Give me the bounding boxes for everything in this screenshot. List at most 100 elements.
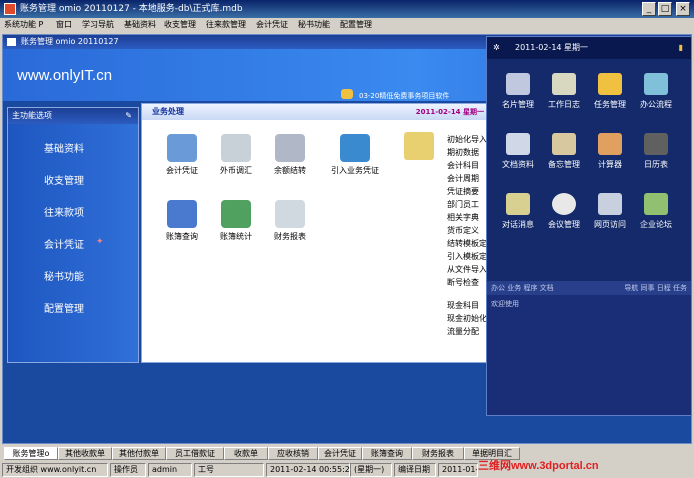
float-item-forum[interactable]: 企业论坛 (631, 193, 681, 230)
doc-icon (7, 38, 16, 46)
menu-basic[interactable]: 基础资料 (124, 19, 156, 30)
menu-window[interactable]: 窗口 (56, 19, 72, 30)
float-item-chat[interactable]: 对话消息 (493, 193, 543, 230)
menu-account[interactable]: 往来款管理 (206, 19, 246, 30)
icon-label: 名片管理 (502, 100, 534, 109)
icon-ledger-stats[interactable]: 账簿统计 (206, 200, 266, 242)
list-item[interactable]: 断号检查 (447, 277, 479, 288)
tab-1[interactable]: 其他收款单 (58, 447, 112, 460)
calculator-icon (340, 134, 370, 162)
doc-title: 账务管理 omio 20110127 (21, 37, 119, 46)
float-item-memo[interactable]: 备忘管理 (539, 133, 589, 170)
tab-2[interactable]: 其他付款单 (112, 447, 166, 460)
list-item[interactable]: 从文件导入 (447, 264, 487, 275)
list-item[interactable]: 部门员工 (447, 199, 479, 210)
icon-voucher[interactable]: 会计凭证 (152, 134, 212, 176)
forum-icon (644, 193, 668, 215)
sidebar-item-voucher[interactable]: 会计凭证 (44, 236, 84, 251)
bell-icon[interactable]: ▮ (679, 37, 683, 59)
tab-6[interactable]: 会计凭证 (318, 447, 362, 460)
slogan: 03-20精低免费事务项目软件 (359, 92, 450, 100)
list-item[interactable]: 货币定义 (447, 225, 479, 236)
list-item[interactable]: 会计科目 (447, 160, 479, 171)
icon-ledger-query[interactable]: 账簿查询 (152, 200, 212, 242)
icon-currency[interactable]: 外币调汇 (206, 134, 266, 176)
minimize-button[interactable]: _ (642, 2, 656, 16)
menu-bar: 系统功能 P 窗口 学习导航 基础资料 收支管理 往来款管理 会计凭证 秘书功能… (0, 18, 694, 32)
document-icon (167, 200, 197, 228)
title-bar: 账务管理 omio 20110127 - 本地服务-db\正式库.mdb _ □… (0, 0, 694, 18)
sidebar-item-income[interactable]: 收支管理 (44, 172, 84, 187)
float-bar-left[interactable]: 办公 业务 程序 文档 (491, 281, 554, 295)
sidebar-item-config[interactable]: 配置管理 (44, 300, 84, 315)
icon-label: 引入业务凭证 (331, 166, 379, 175)
icon-carryover[interactable]: 余额结转 (260, 134, 320, 176)
close-button[interactable]: × (676, 2, 690, 16)
float-date: 2011-02-14 星期一 (515, 43, 589, 52)
float-item-flow[interactable]: 办公流程 (631, 73, 681, 110)
float-item-log[interactable]: 工作日志 (539, 73, 589, 110)
sidebar: 主功能选项 ✎ 基础资料 收支管理 往来款项 会计凭证 ✦ 秘书功能 配置管理 (7, 107, 139, 363)
float-item-calendar[interactable]: 日历表 (631, 133, 681, 170)
float-item-task[interactable]: 任务管理 (585, 73, 635, 110)
currency-icon (221, 134, 251, 162)
list-item[interactable]: 凭证摘要 (447, 186, 479, 197)
magnifier-icon (275, 134, 305, 162)
sidebar-item-basic[interactable]: 基础资料 (44, 140, 84, 155)
icon-label: 账簿统计 (220, 232, 252, 241)
tab-4[interactable]: 收款单 (224, 447, 268, 460)
status-time: 2011-02-14 00:55:26 (266, 463, 350, 477)
list-item[interactable]: 流量分配 (447, 326, 479, 337)
float-item-calculator[interactable]: 计算器 (585, 133, 635, 170)
chat-icon (506, 193, 530, 215)
list-item[interactable]: 期初数据 (447, 147, 479, 158)
menu-secretary[interactable]: 秘书功能 (298, 19, 330, 30)
menu-voucher[interactable]: 会计凭证 (256, 19, 288, 30)
pin-icon[interactable]: ✎ (125, 108, 132, 124)
icon-label: 外币调汇 (220, 166, 252, 175)
float-item-meeting[interactable]: 会议管理 (539, 193, 589, 230)
report-icon (275, 200, 305, 228)
tab-7[interactable]: 账簿查询 (362, 447, 412, 460)
calendar-icon (644, 133, 668, 155)
float-bar-right[interactable]: 导航 同事 日程 任务 (624, 281, 687, 295)
float-item-card[interactable]: 名片管理 (493, 73, 543, 110)
notebook-icon (552, 73, 576, 95)
icon-label: 计算器 (598, 160, 622, 169)
tab-8[interactable]: 财务报表 (412, 447, 464, 460)
icon-import-voucher[interactable]: 引入业务凭证 (320, 134, 390, 176)
icon-label: 余额结转 (274, 166, 306, 175)
menu-income[interactable]: 收支管理 (164, 19, 196, 30)
list-item[interactable]: 初始化导入 (447, 134, 487, 145)
main-header: 业务处理 2011-02-14 星期一 (142, 104, 490, 120)
maximize-button[interactable]: □ (658, 2, 672, 16)
watermark: 三维网www.3dportal.cn (478, 460, 599, 472)
float-item-docs[interactable]: 文档资料 (493, 133, 543, 170)
tab-0[interactable]: 账务管理o (4, 447, 58, 460)
list-item[interactable]: 引入模板定 (447, 251, 487, 262)
icon-label: 对话消息 (502, 220, 534, 229)
list-item[interactable]: 现金初始化 (447, 313, 487, 324)
app-window: 账务管理 omio 20110127 - 本地服务-db\正式库.mdb _ □… (0, 0, 694, 478)
status-weekday: (星期一) (350, 463, 392, 477)
tab-3[interactable]: 员工借款证 (166, 447, 224, 460)
icon-report[interactable]: 财务报表 (260, 200, 320, 242)
icon-label: 工作日志 (548, 100, 580, 109)
task-icon (598, 73, 622, 95)
list-item[interactable]: 结转模板定 (447, 238, 487, 249)
sidebar-item-secretary[interactable]: 秘书功能 (44, 268, 84, 283)
sidebar-title: 主功能选项 (12, 111, 52, 120)
icon-label: 会议管理 (548, 220, 580, 229)
float-item-web[interactable]: 网页访问 (585, 193, 635, 230)
list-item[interactable]: 会计周期 (447, 173, 479, 184)
menu-config[interactable]: 配置管理 (340, 19, 372, 30)
tab-5[interactable]: 应收核销 (268, 447, 318, 460)
list-item[interactable]: 相关字典 (447, 212, 479, 223)
clock-icon (552, 193, 576, 215)
menu-system[interactable]: 系统功能 P (4, 19, 43, 30)
list-item[interactable]: 现金科目 (447, 300, 479, 311)
sidebar-item-accounts[interactable]: 往来款项 (44, 204, 84, 219)
menu-learn[interactable]: 学习导航 (82, 19, 114, 30)
folder-docs-icon (506, 133, 530, 155)
icon-label: 企业论坛 (640, 220, 672, 229)
